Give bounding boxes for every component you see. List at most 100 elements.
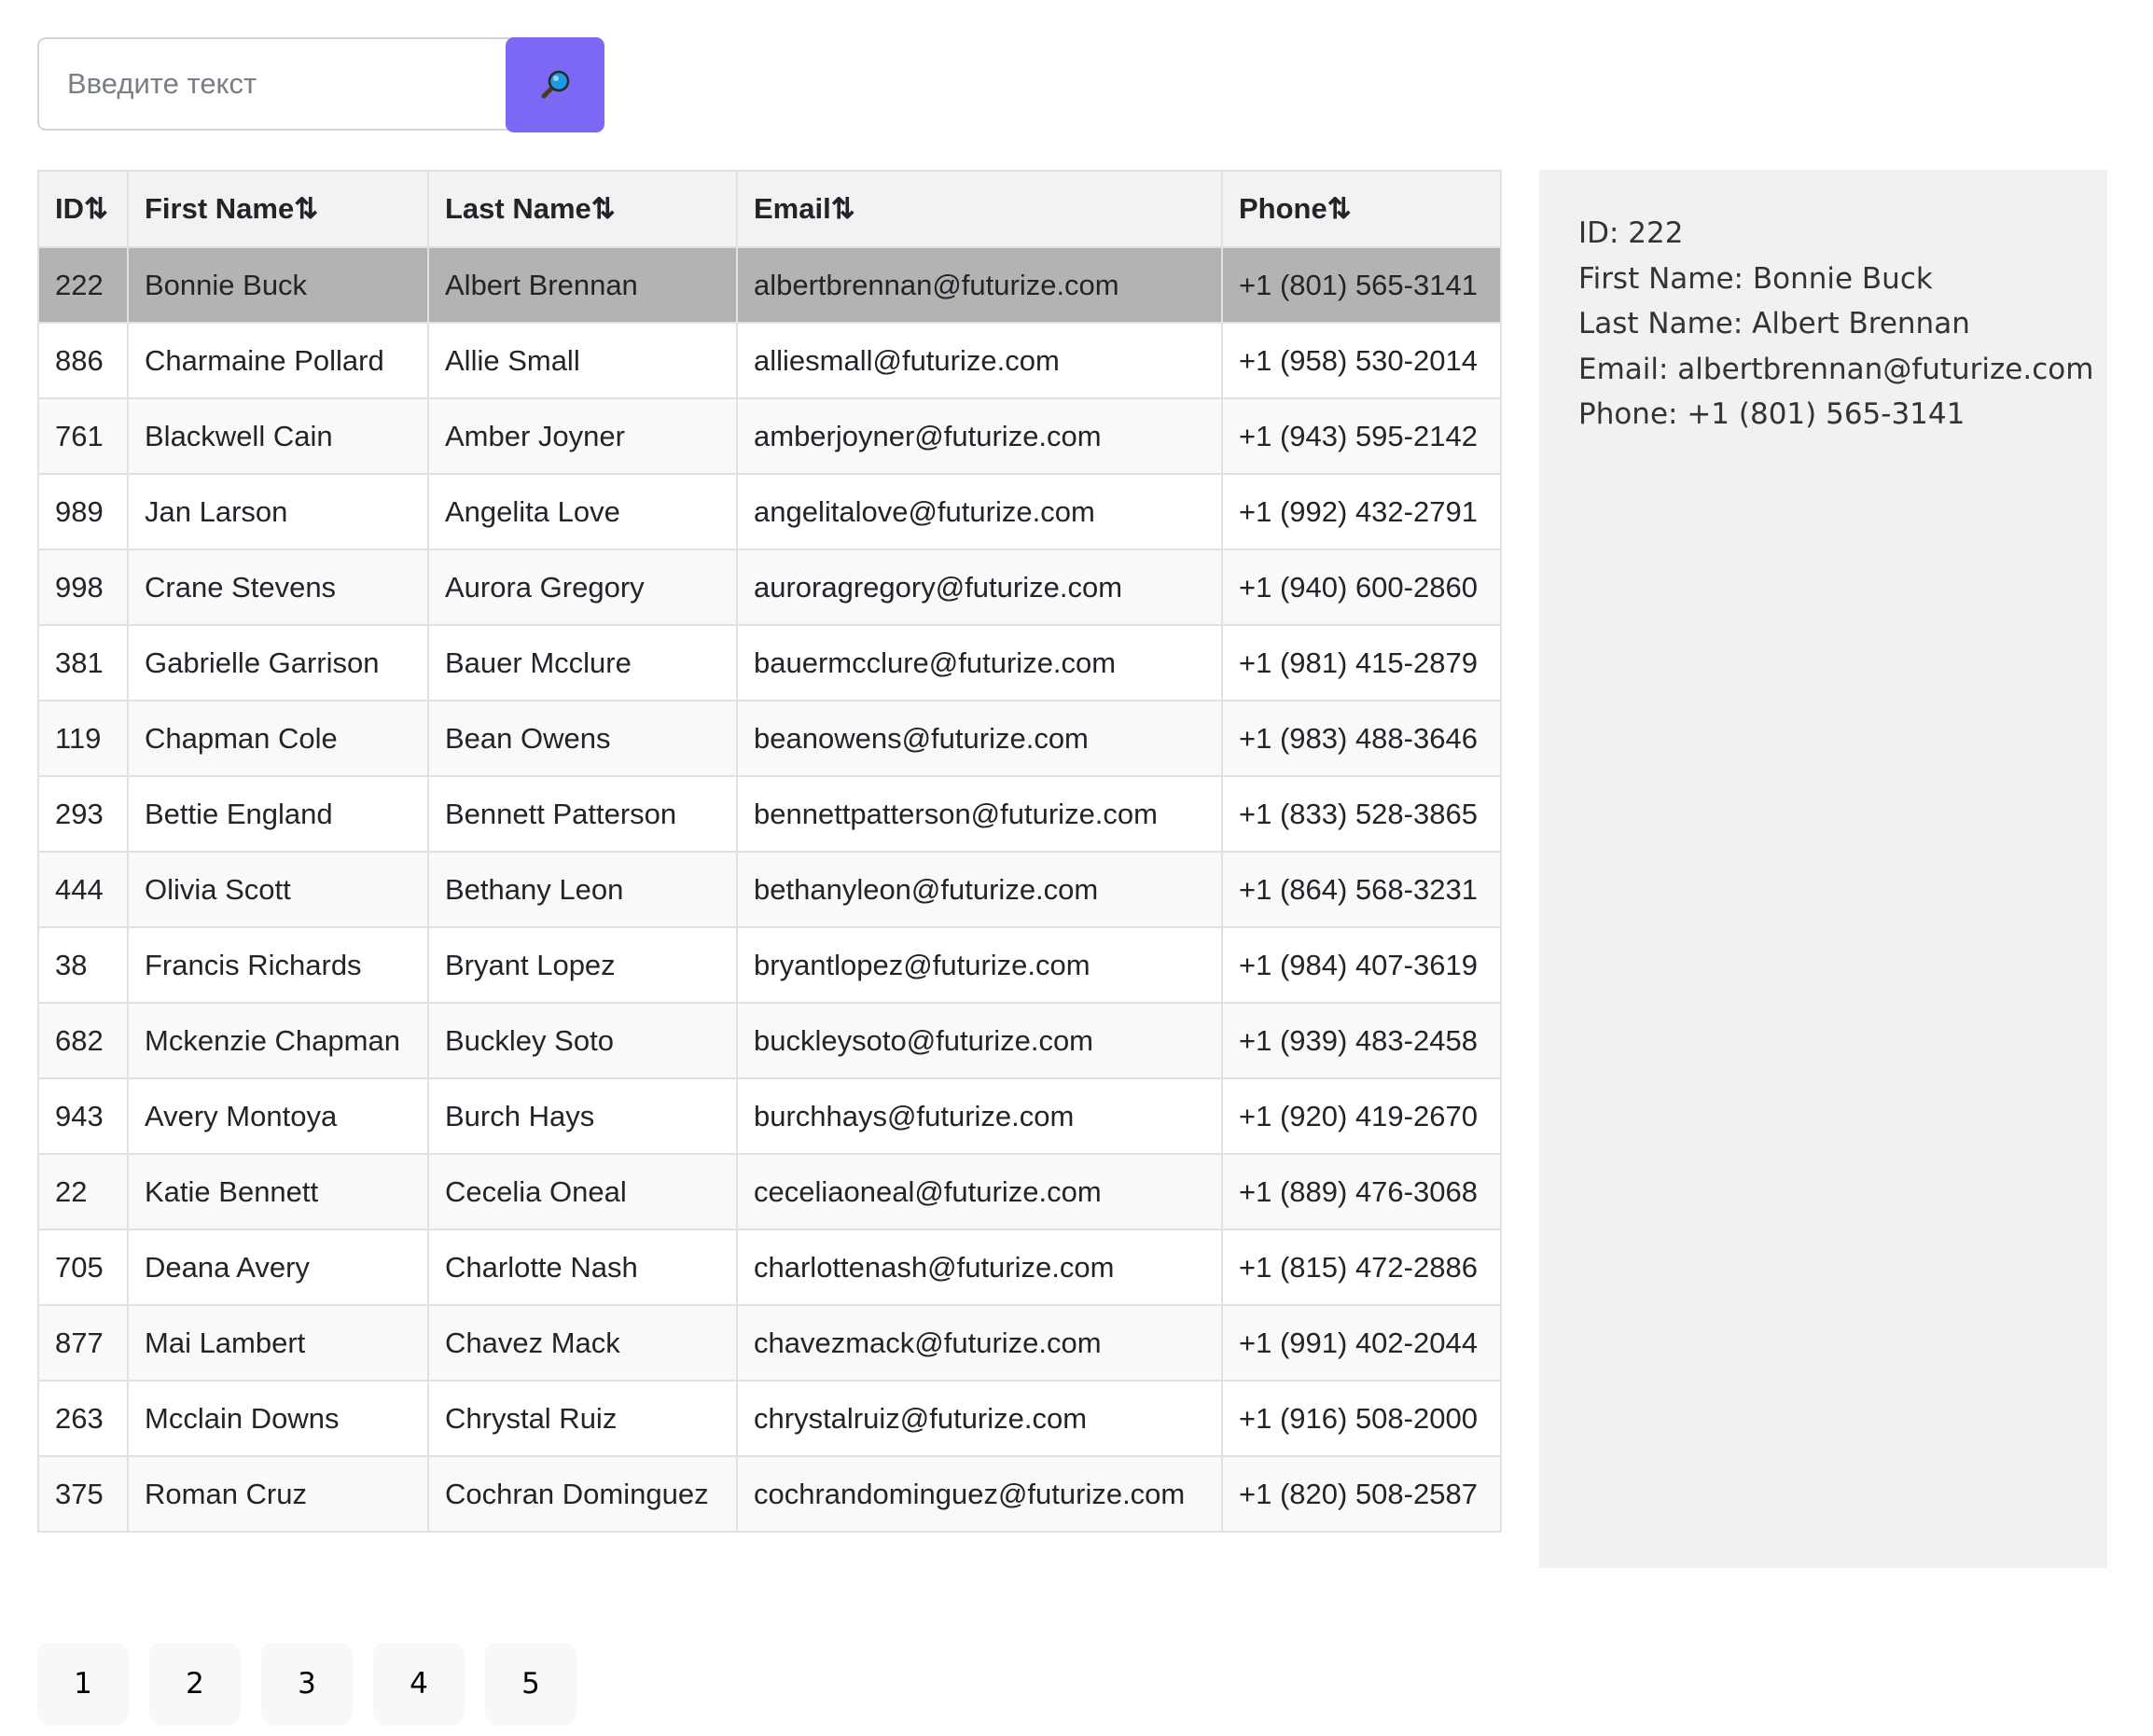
cell-phone: +1 (943) 595-2142 bbox=[1221, 397, 1502, 475]
cell-first-name: Katie Bennett bbox=[127, 1153, 429, 1230]
sort-icon: ⇅ bbox=[294, 192, 318, 225]
cell-id: 444 bbox=[37, 851, 129, 928]
search-button[interactable] bbox=[506, 37, 604, 132]
table-row[interactable]: 998 Crane Stevens Aurora Gregory auroragreg… bbox=[37, 549, 1502, 626]
table-row[interactable]: 381 Gabrielle Garrison Bauer Mcclure bauerm… bbox=[37, 624, 1502, 701]
detail-first-name: First Name: Bonnie Buck bbox=[1578, 261, 1933, 296]
table-row[interactable]: 38 Francis Richards Bryant Lopez bryantlope… bbox=[37, 926, 1502, 1004]
cell-phone: +1 (991) 402-2044 bbox=[1221, 1304, 1502, 1382]
page-button-5[interactable]: 5 bbox=[485, 1643, 576, 1725]
cell-phone: +1 (981) 415-2879 bbox=[1221, 624, 1502, 701]
table-row[interactable]: 444 Olivia Scott Bethany Leon bethanyleon@f… bbox=[37, 851, 1502, 928]
cell-last-name: Bean Owens bbox=[427, 700, 738, 777]
cell-phone: +1 (958) 530-2014 bbox=[1221, 322, 1502, 399]
cell-id: 705 bbox=[37, 1229, 129, 1306]
cell-phone: +1 (983) 488-3646 bbox=[1221, 700, 1502, 777]
table-row[interactable]: 886 Charmaine Pollard Allie Small alliesmal… bbox=[37, 322, 1502, 399]
page-button-2[interactable]: 2 bbox=[149, 1643, 241, 1725]
cell-email: buckleysoto@futurize.com bbox=[736, 1002, 1223, 1079]
cell-last-name: Bethany Leon bbox=[427, 851, 738, 928]
cell-last-name: Chavez Mack bbox=[427, 1304, 738, 1382]
cell-phone: +1 (815) 472-2886 bbox=[1221, 1229, 1502, 1306]
column-header-first-name[interactable]: First Name⇅ bbox=[127, 170, 429, 248]
cell-first-name: Francis Richards bbox=[127, 926, 429, 1004]
cell-email: beanowens@futurize.com bbox=[736, 700, 1223, 777]
cell-id: 263 bbox=[37, 1380, 129, 1457]
magnifier-icon bbox=[541, 70, 570, 99]
cell-last-name: Bennett Patterson bbox=[427, 775, 738, 853]
table-row[interactable]: 705 Deana Avery Charlotte Nash charlottenas… bbox=[37, 1229, 1502, 1306]
search-input[interactable] bbox=[37, 37, 541, 131]
cell-first-name: Chapman Cole bbox=[127, 700, 429, 777]
page-button-1[interactable]: 1 bbox=[37, 1643, 129, 1725]
cell-first-name: Deana Avery bbox=[127, 1229, 429, 1306]
sort-icon: ⇅ bbox=[84, 192, 108, 225]
cell-last-name: Bryant Lopez bbox=[427, 926, 738, 1004]
cell-phone: +1 (820) 508-2587 bbox=[1221, 1455, 1502, 1533]
table-row[interactable]: 682 Mckenzie Chapman Buckley Soto buckleyso… bbox=[37, 1002, 1502, 1079]
cell-email: bauermcclure@futurize.com bbox=[736, 624, 1223, 701]
table-row[interactable]: 293 Bettie England Bennett Patterson bennet… bbox=[37, 775, 1502, 853]
cell-email: bryantlopez@futurize.com bbox=[736, 926, 1223, 1004]
cell-id: 119 bbox=[37, 700, 129, 777]
table-row[interactable]: 943 Avery Montoya Burch Hays burchhays@futu… bbox=[37, 1077, 1502, 1155]
pagination: 12345 bbox=[37, 1643, 597, 1725]
cell-phone: +1 (801) 565-3141 bbox=[1221, 246, 1502, 324]
cell-first-name: Mckenzie Chapman bbox=[127, 1002, 429, 1079]
cell-first-name: Blackwell Cain bbox=[127, 397, 429, 475]
cell-first-name: Mai Lambert bbox=[127, 1304, 429, 1382]
cell-last-name: Buckley Soto bbox=[427, 1002, 738, 1079]
table-row[interactable]: 989 Jan Larson Angelita Love angelitalove@f… bbox=[37, 473, 1502, 550]
cell-phone: +1 (889) 476-3068 bbox=[1221, 1153, 1502, 1230]
column-header-email[interactable]: Email⇅ bbox=[736, 170, 1223, 248]
table-row[interactable]: 877 Mai Lambert Chavez Mack chavezmack@futu… bbox=[37, 1304, 1502, 1382]
table-body: 222 Bonnie Buck Albert Brennan albertbrenna… bbox=[37, 246, 1502, 1533]
detail-panel: ID: 222 First Name: Bonnie Buck Last Nam… bbox=[1539, 170, 2107, 1568]
users-table: ID⇅ First Name⇅ Last Name⇅ Email⇅ Phone⇅… bbox=[37, 170, 1502, 1533]
table-row[interactable]: 22 Katie Bennett Cecelia Oneal ceceliaoneal… bbox=[37, 1153, 1502, 1230]
cell-last-name: Chrystal Ruiz bbox=[427, 1380, 738, 1457]
cell-phone: +1 (916) 508-2000 bbox=[1221, 1380, 1502, 1457]
cell-id: 943 bbox=[37, 1077, 129, 1155]
cell-id: 761 bbox=[37, 397, 129, 475]
cell-id: 998 bbox=[37, 549, 129, 626]
cell-id: 293 bbox=[37, 775, 129, 853]
cell-email: cochrandominguez@futurize.com bbox=[736, 1455, 1223, 1533]
cell-first-name: Avery Montoya bbox=[127, 1077, 429, 1155]
table-row[interactable]: 375 Roman Cruz Cochran Dominguez cochrandom… bbox=[37, 1455, 1502, 1533]
cell-id: 22 bbox=[37, 1153, 129, 1230]
cell-phone: +1 (992) 432-2791 bbox=[1221, 473, 1502, 550]
cell-phone: +1 (833) 528-3865 bbox=[1221, 775, 1502, 853]
cell-email: burchhays@futurize.com bbox=[736, 1077, 1223, 1155]
cell-id: 381 bbox=[37, 624, 129, 701]
page-button-3[interactable]: 3 bbox=[261, 1643, 353, 1725]
cell-email: auroragregory@futurize.com bbox=[736, 549, 1223, 626]
cell-last-name: Bauer Mcclure bbox=[427, 624, 738, 701]
column-header-last-name[interactable]: Last Name⇅ bbox=[427, 170, 738, 248]
cell-email: bethanyleon@futurize.com bbox=[736, 851, 1223, 928]
table-row[interactable]: 761 Blackwell Cain Amber Joyner amberjoyner… bbox=[37, 397, 1502, 475]
page-button-4[interactable]: 4 bbox=[373, 1643, 465, 1725]
column-header-phone[interactable]: Phone⇅ bbox=[1221, 170, 1502, 248]
column-header-id[interactable]: ID⇅ bbox=[37, 170, 129, 248]
cell-email: bennettpatterson@futurize.com bbox=[736, 775, 1223, 853]
cell-email: amberjoyner@futurize.com bbox=[736, 397, 1223, 475]
cell-id: 886 bbox=[37, 322, 129, 399]
cell-first-name: Bonnie Buck bbox=[127, 246, 429, 324]
cell-last-name: Amber Joyner bbox=[427, 397, 738, 475]
cell-last-name: Cochran Dominguez bbox=[427, 1455, 738, 1533]
cell-last-name: Allie Small bbox=[427, 322, 738, 399]
table-header-row: ID⇅ First Name⇅ Last Name⇅ Email⇅ Phone⇅ bbox=[37, 170, 1502, 248]
cell-id: 989 bbox=[37, 473, 129, 550]
cell-first-name: Roman Cruz bbox=[127, 1455, 429, 1533]
cell-last-name: Angelita Love bbox=[427, 473, 738, 550]
cell-id: 38 bbox=[37, 926, 129, 1004]
cell-first-name: Olivia Scott bbox=[127, 851, 429, 928]
cell-last-name: Charlotte Nash bbox=[427, 1229, 738, 1306]
cell-first-name: Gabrielle Garrison bbox=[127, 624, 429, 701]
table-row[interactable]: 222 Bonnie Buck Albert Brennan albertbrenna… bbox=[37, 246, 1502, 324]
cell-first-name: Mcclain Downs bbox=[127, 1380, 429, 1457]
cell-phone: +1 (939) 483-2458 bbox=[1221, 1002, 1502, 1079]
table-row[interactable]: 263 Mcclain Downs Chrystal Ruiz chrystalrui… bbox=[37, 1380, 1502, 1457]
table-row[interactable]: 119 Chapman Cole Bean Owens beanowens@futur… bbox=[37, 700, 1502, 777]
